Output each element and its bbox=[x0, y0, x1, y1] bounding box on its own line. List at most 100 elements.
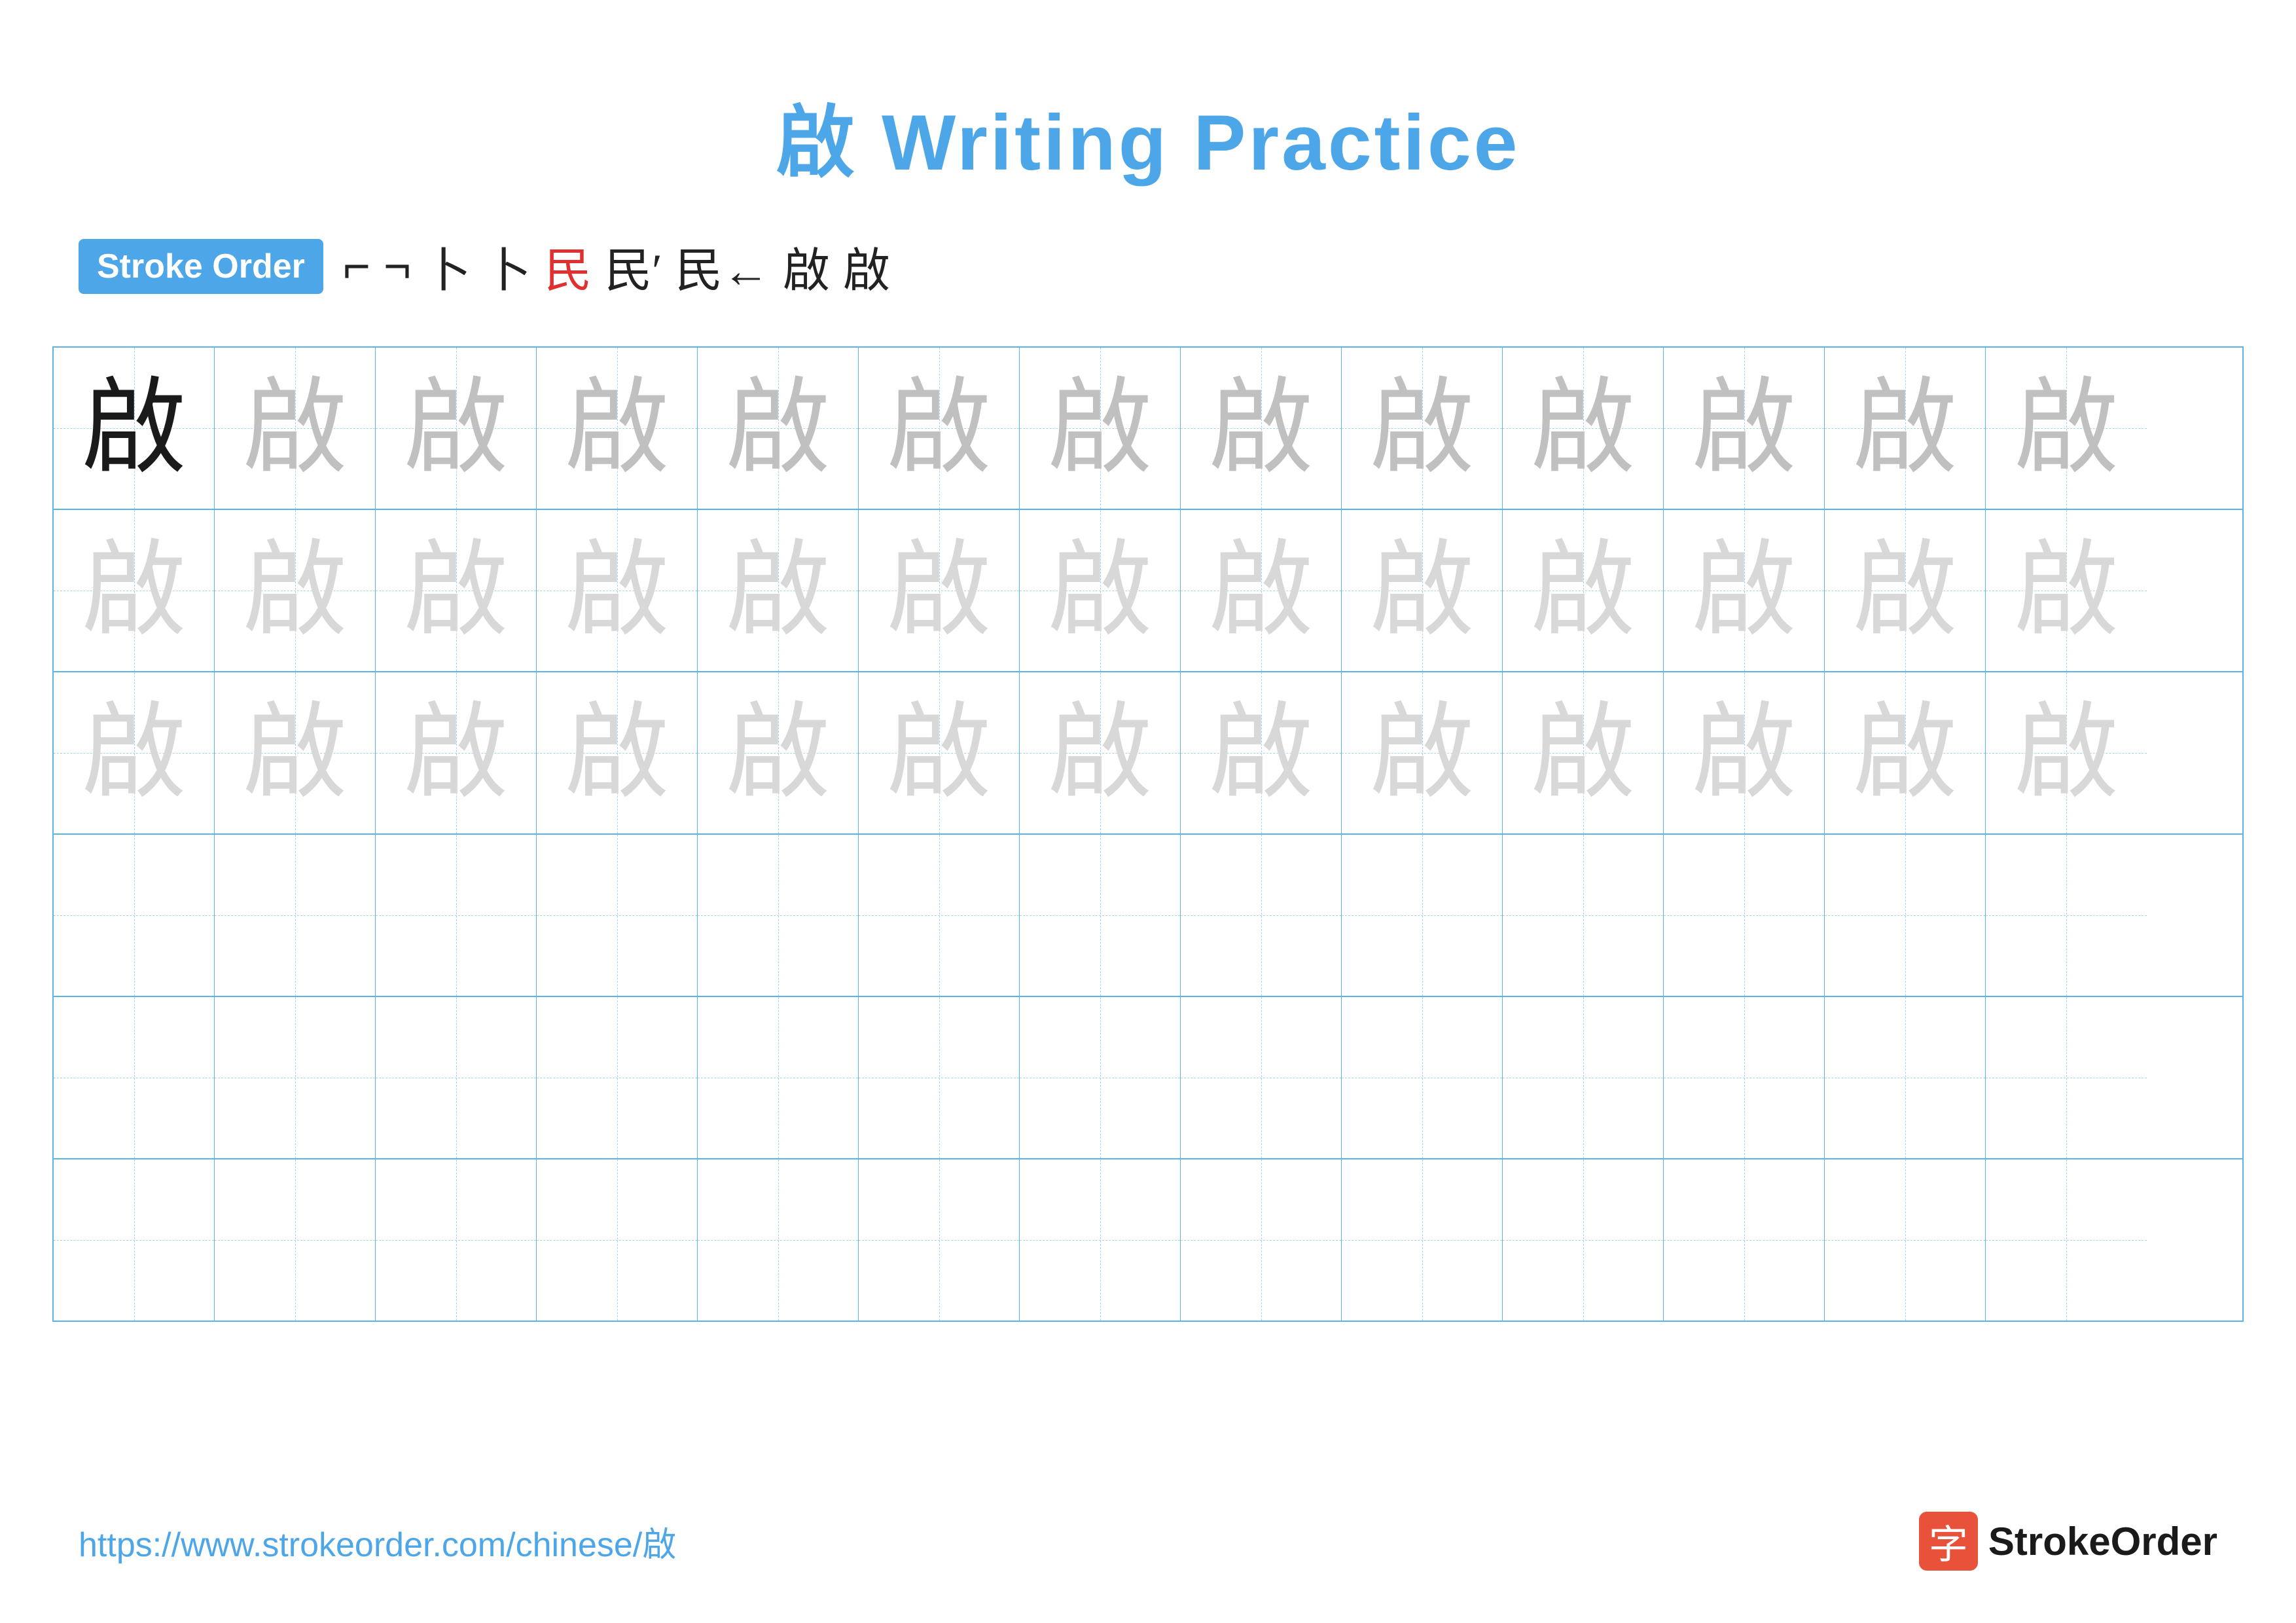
grid-cell-2-6[interactable]: 啟 bbox=[1020, 672, 1181, 833]
cell-character: 啟 bbox=[1691, 701, 1796, 805]
stroke-step-5: 民 bbox=[545, 232, 592, 301]
grid-cell-4-3[interactable] bbox=[537, 997, 698, 1158]
grid-cell-3-2[interactable] bbox=[376, 835, 537, 996]
cell-character: 啟 bbox=[81, 701, 186, 805]
grid-cell-3-4[interactable] bbox=[698, 835, 859, 996]
grid-cell-3-7[interactable] bbox=[1181, 835, 1342, 996]
grid-cell-1-6[interactable]: 啟 bbox=[1020, 510, 1181, 671]
grid-cell-4-7[interactable] bbox=[1181, 997, 1342, 1158]
grid-cell-5-7[interactable] bbox=[1181, 1159, 1342, 1321]
grid-cell-1-5[interactable]: 啟 bbox=[859, 510, 1020, 671]
grid-cell-1-4[interactable]: 啟 bbox=[698, 510, 859, 671]
grid-cell-5-8[interactable] bbox=[1342, 1159, 1503, 1321]
grid-cell-3-3[interactable] bbox=[537, 835, 698, 996]
grid-cell-0-11[interactable]: 啟 bbox=[1825, 348, 1986, 509]
grid-cell-2-9[interactable]: 啟 bbox=[1503, 672, 1664, 833]
cell-character: 啟 bbox=[1530, 376, 1635, 481]
stroke-step-2: ¬ bbox=[384, 240, 411, 293]
grid-cell-0-0[interactable]: 啟 bbox=[54, 348, 215, 509]
grid-cell-2-5[interactable]: 啟 bbox=[859, 672, 1020, 833]
grid-cell-4-4[interactable] bbox=[698, 997, 859, 1158]
grid-cell-4-12[interactable] bbox=[1986, 997, 2147, 1158]
grid-cell-2-7[interactable]: 啟 bbox=[1181, 672, 1342, 833]
grid-cell-3-0[interactable] bbox=[54, 835, 215, 996]
grid-cell-2-2[interactable]: 啟 bbox=[376, 672, 537, 833]
grid-cell-5-9[interactable] bbox=[1503, 1159, 1664, 1321]
page-title: 啟 Writing Practice bbox=[0, 0, 2296, 192]
cell-character: 啟 bbox=[1691, 538, 1796, 643]
grid-cell-0-2[interactable]: 啟 bbox=[376, 348, 537, 509]
cell-character: 啟 bbox=[1208, 701, 1313, 805]
grid-cell-1-8[interactable]: 啟 bbox=[1342, 510, 1503, 671]
grid-cell-0-8[interactable]: 啟 bbox=[1342, 348, 1503, 509]
grid-cell-3-6[interactable] bbox=[1020, 835, 1181, 996]
grid-cell-4-8[interactable] bbox=[1342, 997, 1503, 1158]
grid-cell-0-1[interactable]: 啟 bbox=[215, 348, 376, 509]
grid-cell-4-9[interactable] bbox=[1503, 997, 1664, 1158]
grid-cell-0-4[interactable]: 啟 bbox=[698, 348, 859, 509]
practice-grid: 啟啟啟啟啟啟啟啟啟啟啟啟啟啟啟啟啟啟啟啟啟啟啟啟啟啟啟啟啟啟啟啟啟啟啟啟啟啟啟 bbox=[52, 346, 2244, 1322]
grid-cell-2-0[interactable]: 啟 bbox=[54, 672, 215, 833]
grid-row-4 bbox=[54, 997, 2242, 1159]
grid-cell-5-10[interactable] bbox=[1664, 1159, 1825, 1321]
grid-cell-1-7[interactable]: 啟 bbox=[1181, 510, 1342, 671]
grid-cell-4-11[interactable] bbox=[1825, 997, 1986, 1158]
grid-cell-3-5[interactable] bbox=[859, 835, 1020, 996]
grid-cell-5-11[interactable] bbox=[1825, 1159, 1986, 1321]
grid-cell-3-9[interactable] bbox=[1503, 835, 1664, 996]
grid-cell-1-2[interactable]: 啟 bbox=[376, 510, 537, 671]
cell-character: 啟 bbox=[886, 701, 991, 805]
cell-character: 啟 bbox=[564, 538, 669, 643]
grid-cell-0-9[interactable]: 啟 bbox=[1503, 348, 1664, 509]
grid-cell-2-1[interactable]: 啟 bbox=[215, 672, 376, 833]
grid-cell-2-10[interactable]: 啟 bbox=[1664, 672, 1825, 833]
grid-cell-3-11[interactable] bbox=[1825, 835, 1986, 996]
cell-character: 啟 bbox=[403, 701, 508, 805]
grid-cell-1-11[interactable]: 啟 bbox=[1825, 510, 1986, 671]
grid-cell-3-8[interactable] bbox=[1342, 835, 1503, 996]
grid-cell-5-1[interactable] bbox=[215, 1159, 376, 1321]
cell-character: 啟 bbox=[1530, 538, 1635, 643]
grid-cell-2-8[interactable]: 啟 bbox=[1342, 672, 1503, 833]
grid-cell-3-1[interactable] bbox=[215, 835, 376, 996]
grid-cell-0-10[interactable]: 啟 bbox=[1664, 348, 1825, 509]
grid-cell-1-3[interactable]: 啟 bbox=[537, 510, 698, 671]
grid-cell-2-12[interactable]: 啟 bbox=[1986, 672, 2147, 833]
grid-cell-0-12[interactable]: 啟 bbox=[1986, 348, 2147, 509]
grid-cell-1-9[interactable]: 啟 bbox=[1503, 510, 1664, 671]
cell-character: 啟 bbox=[242, 538, 347, 643]
grid-cell-0-6[interactable]: 啟 bbox=[1020, 348, 1181, 509]
stroke-step-9: 啟 bbox=[843, 232, 890, 301]
cell-character: 啟 bbox=[242, 701, 347, 805]
grid-cell-1-0[interactable]: 啟 bbox=[54, 510, 215, 671]
grid-cell-5-4[interactable] bbox=[698, 1159, 859, 1321]
grid-cell-0-7[interactable]: 啟 bbox=[1181, 348, 1342, 509]
stroke-order-badge: Stroke Order bbox=[79, 239, 323, 294]
grid-cell-3-10[interactable] bbox=[1664, 835, 1825, 996]
grid-cell-2-3[interactable]: 啟 bbox=[537, 672, 698, 833]
grid-cell-1-1[interactable]: 啟 bbox=[215, 510, 376, 671]
stroke-step-3: 卜 bbox=[424, 232, 471, 301]
grid-row-1: 啟啟啟啟啟啟啟啟啟啟啟啟啟 bbox=[54, 510, 2242, 672]
grid-cell-4-2[interactable] bbox=[376, 997, 537, 1158]
grid-cell-3-12[interactable] bbox=[1986, 835, 2147, 996]
grid-cell-1-12[interactable]: 啟 bbox=[1986, 510, 2147, 671]
grid-cell-5-5[interactable] bbox=[859, 1159, 1020, 1321]
grid-cell-0-5[interactable]: 啟 bbox=[859, 348, 1020, 509]
grid-cell-4-6[interactable] bbox=[1020, 997, 1181, 1158]
grid-cell-5-2[interactable] bbox=[376, 1159, 537, 1321]
cell-character: 啟 bbox=[403, 538, 508, 643]
grid-cell-5-3[interactable] bbox=[537, 1159, 698, 1321]
grid-cell-4-0[interactable] bbox=[54, 997, 215, 1158]
grid-cell-4-1[interactable] bbox=[215, 997, 376, 1158]
grid-cell-0-3[interactable]: 啟 bbox=[537, 348, 698, 509]
grid-cell-4-5[interactable] bbox=[859, 997, 1020, 1158]
grid-row-0: 啟啟啟啟啟啟啟啟啟啟啟啟啟 bbox=[54, 348, 2242, 510]
grid-cell-5-0[interactable] bbox=[54, 1159, 215, 1321]
grid-cell-2-4[interactable]: 啟 bbox=[698, 672, 859, 833]
grid-cell-5-6[interactable] bbox=[1020, 1159, 1181, 1321]
grid-cell-2-11[interactable]: 啟 bbox=[1825, 672, 1986, 833]
grid-cell-1-10[interactable]: 啟 bbox=[1664, 510, 1825, 671]
grid-cell-4-10[interactable] bbox=[1664, 997, 1825, 1158]
grid-cell-5-12[interactable] bbox=[1986, 1159, 2147, 1321]
